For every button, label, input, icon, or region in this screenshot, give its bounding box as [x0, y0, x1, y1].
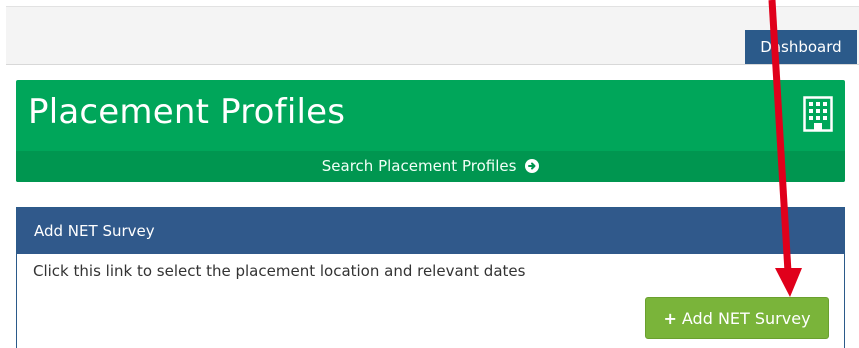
arrow-circle-right-icon: [525, 159, 540, 173]
placement-profiles-banner: Placement Profiles Search Placement Prof…: [16, 80, 845, 182]
top-navigation-bar: [6, 6, 859, 65]
panel-description: Click this link to select the placement …: [33, 262, 526, 280]
add-net-survey-panel: Add NET Survey Click this link to select…: [16, 207, 845, 348]
page-title: Placement Profiles: [28, 92, 346, 132]
plus-icon: +: [663, 309, 677, 328]
search-link-label: Search Placement Profiles: [321, 157, 517, 175]
page: Dashboard Placement Profiles Search Plac…: [0, 0, 859, 348]
building-icon: [803, 96, 833, 132]
panel-title: Add NET Survey: [17, 208, 844, 254]
add-net-survey-button[interactable]: + Add NET Survey: [645, 297, 829, 339]
add-net-survey-button-label: Add NET Survey: [681, 309, 811, 328]
dashboard-button[interactable]: Dashboard: [745, 30, 857, 64]
search-placement-profiles-link[interactable]: Search Placement Profiles: [16, 151, 845, 182]
panel-body: Click this link to select the placement …: [17, 254, 844, 348]
